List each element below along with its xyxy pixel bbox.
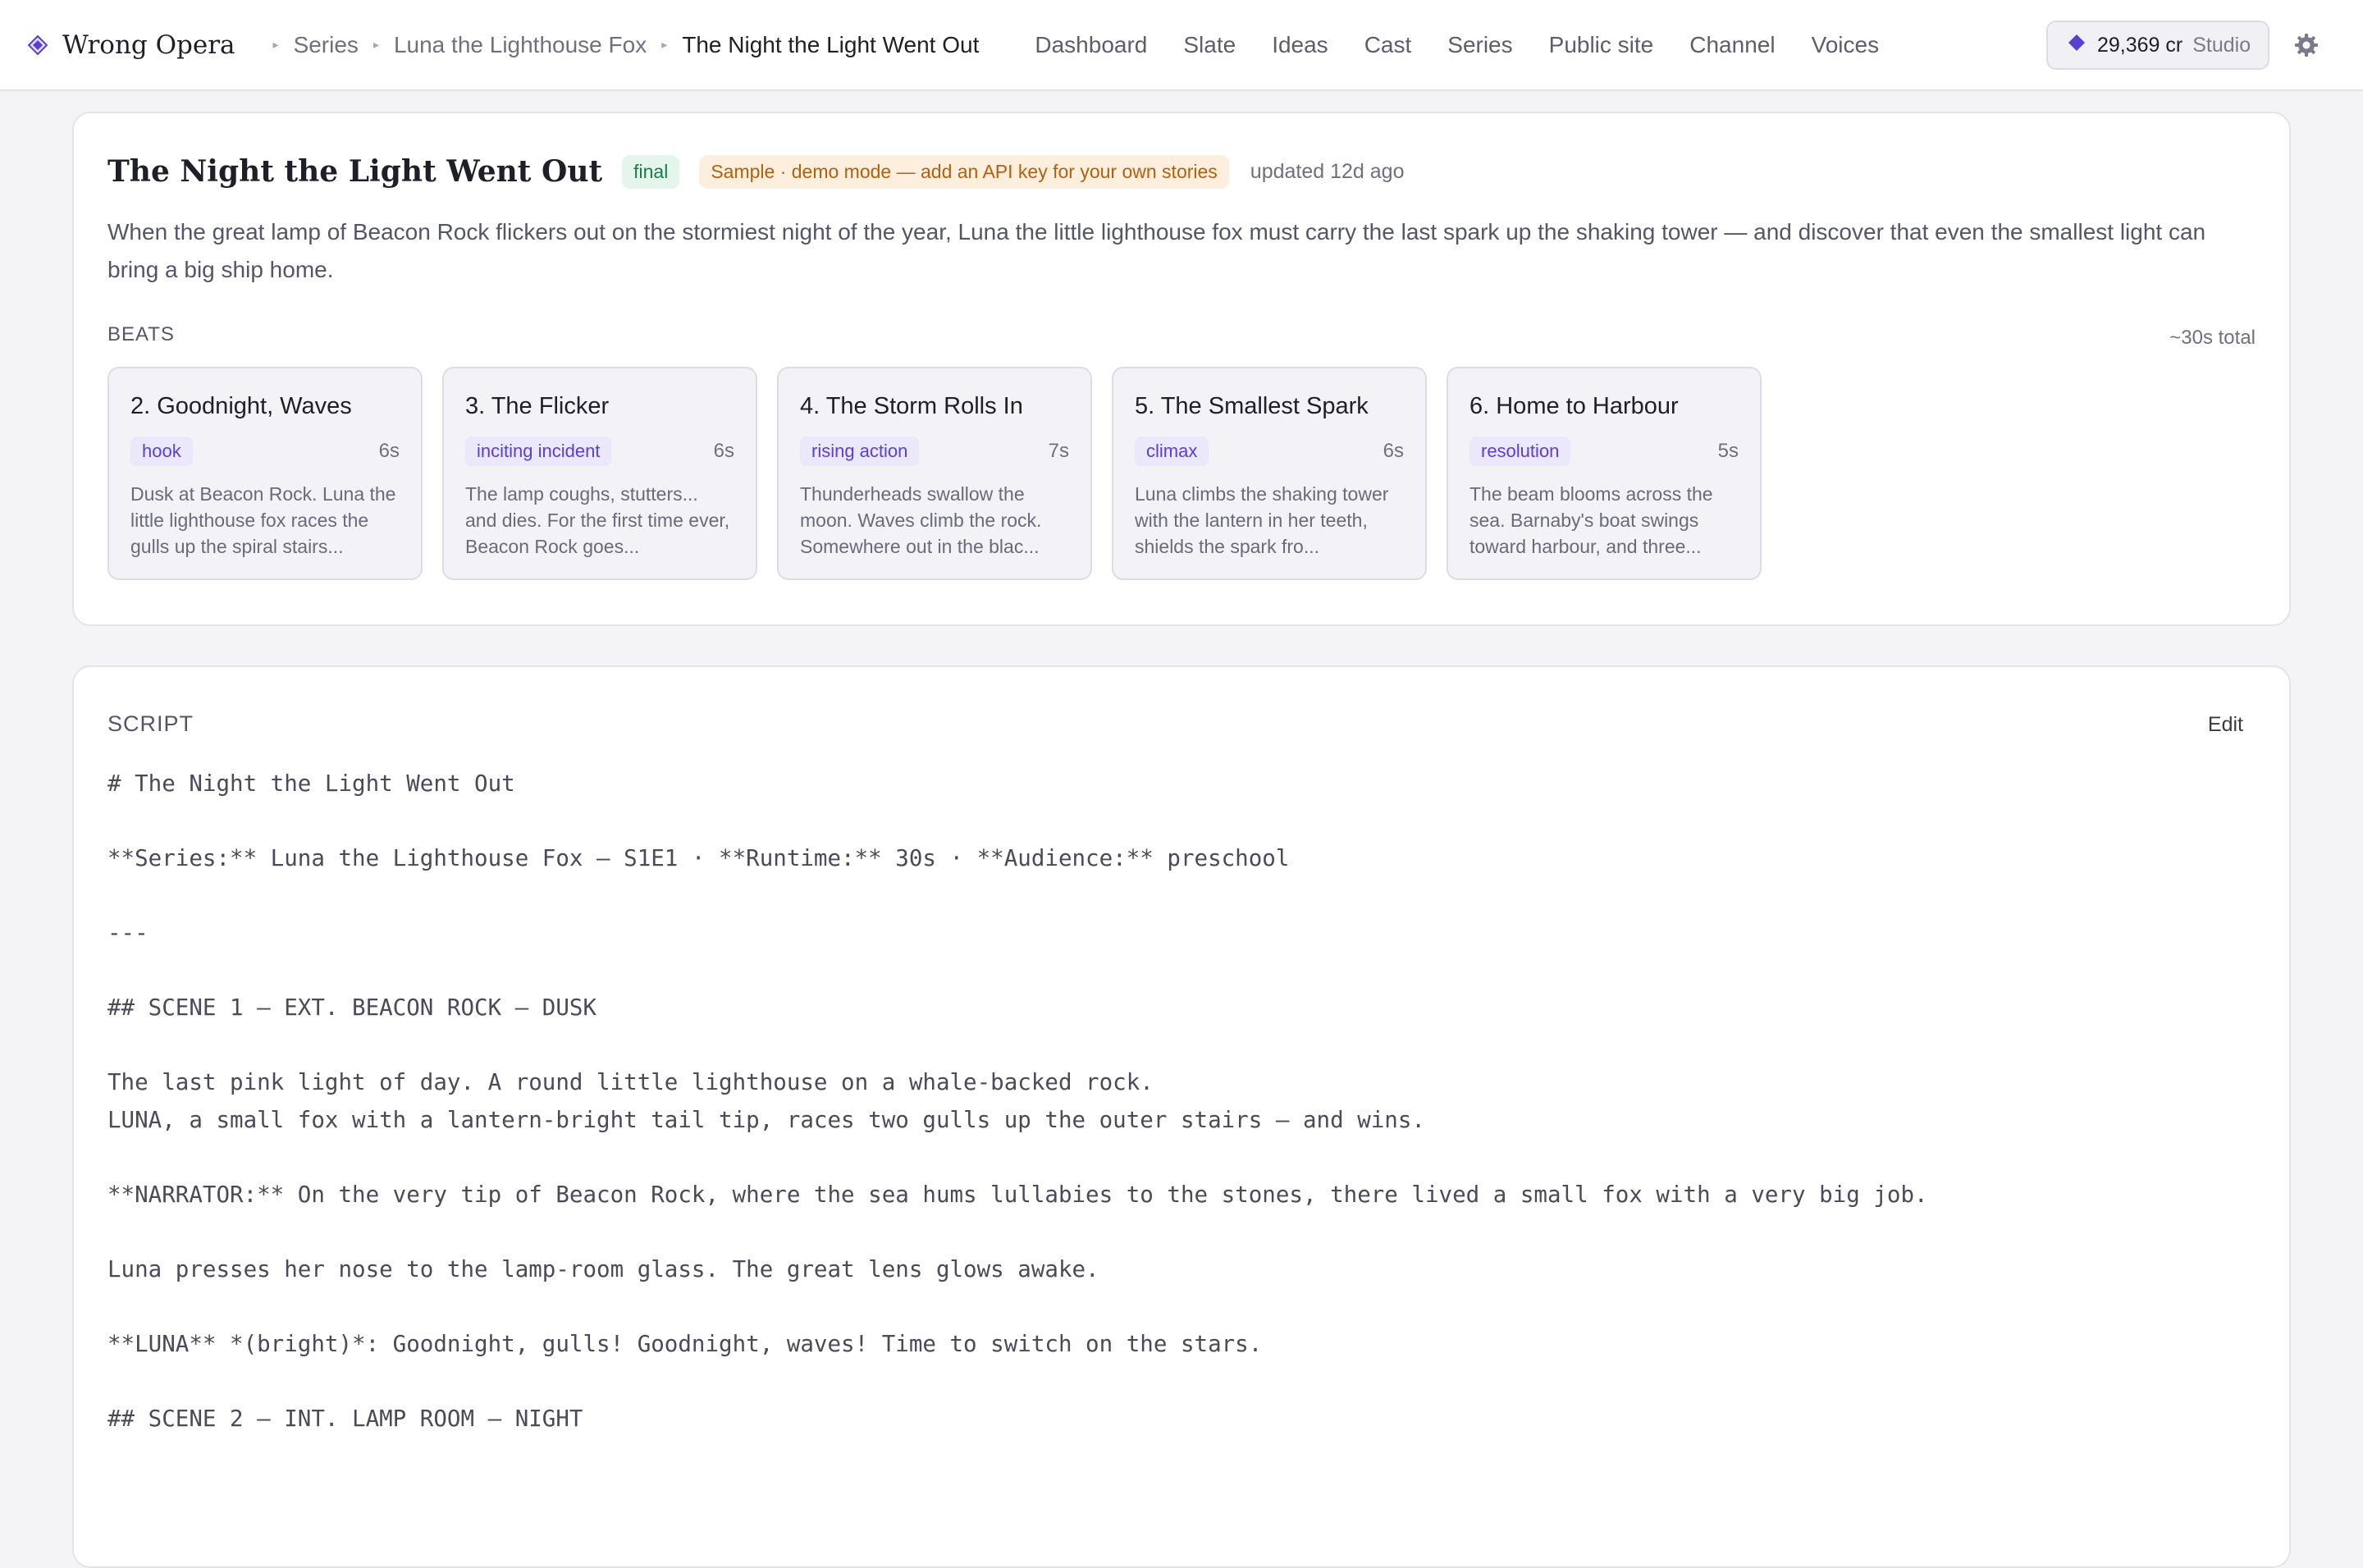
main-nav: Dashboard Slate Ideas Cast Series Public… bbox=[1035, 32, 1915, 58]
beat-duration: 5s bbox=[1717, 440, 1739, 462]
nav-slate[interactable]: Slate bbox=[1183, 32, 1236, 58]
script-line: --- bbox=[107, 920, 149, 946]
nav-series[interactable]: Series bbox=[1447, 32, 1512, 58]
story-title: The Night the Light Went Out bbox=[107, 154, 603, 189]
script-line bbox=[107, 878, 2257, 916]
chevron-right-icon: ▸ bbox=[272, 38, 279, 51]
credits-amount: 29,369 cr bbox=[2097, 33, 2183, 57]
script-line bbox=[107, 1363, 2257, 1401]
beat-summary: Luna climbs the shaking tower with the l… bbox=[1135, 483, 1389, 557]
app-name: Wrong Opera bbox=[62, 30, 235, 60]
script-line: **Series:** Luna the Lighthouse Fox — S1… bbox=[107, 845, 1290, 871]
beat-card[interactable]: 2. Goodnight, Waves hook 6s Dusk at Beac… bbox=[107, 367, 423, 580]
beat-card[interactable]: 6. Home to Harbour resolution 5s The bea… bbox=[1447, 367, 1762, 580]
nav-ideas[interactable]: Ideas bbox=[1272, 32, 1328, 58]
beat-summary: Dusk at Beacon Rock. Luna the little lig… bbox=[130, 483, 396, 557]
beat-duration: 6s bbox=[1383, 440, 1404, 462]
top-bar: Wrong Opera ▸ Series ▸ Luna the Lighthou… bbox=[0, 0, 2363, 91]
script-line: Luna presses her nose to the lamp-room g… bbox=[107, 1255, 1099, 1282]
demo-mode-badge: Sample · demo mode — add an API key for … bbox=[699, 154, 1229, 189]
script-line: LUNA, a small fox with a lantern-bright … bbox=[107, 1106, 1425, 1133]
edit-button[interactable]: Edit bbox=[2208, 713, 2243, 737]
nav-cast[interactable]: Cast bbox=[1364, 32, 1412, 58]
diamond-credit-icon bbox=[2068, 34, 2086, 57]
status-badge: final bbox=[622, 154, 680, 189]
beat-card[interactable]: 3. The Flicker inciting incident 6s The … bbox=[442, 367, 757, 580]
updated-timestamp: updated 12d ago bbox=[1250, 159, 1405, 183]
script-text: # The Night the Light Went Out **Series:… bbox=[107, 766, 2257, 1438]
script-line: **LUNA** *(bright)*: Goodnight, gulls! G… bbox=[107, 1330, 1263, 1357]
beat-duration: 6s bbox=[378, 440, 400, 462]
beat-card[interactable]: 5. The Smallest Spark climax 6s Luna cli… bbox=[1112, 367, 1427, 580]
beats-heading: BEATS bbox=[107, 323, 175, 345]
breadcrumb-current: The Night the Light Went Out bbox=[682, 31, 980, 57]
nav-public-site[interactable]: Public site bbox=[1549, 32, 1654, 58]
credits-balance[interactable]: 29,369 cr Studio bbox=[2046, 21, 2269, 70]
beat-title: 6. Home to Harbour bbox=[1469, 393, 1679, 419]
brand[interactable]: Wrong Opera bbox=[26, 30, 235, 60]
script-line: ## SCENE 2 — INT. LAMP ROOM — NIGHT bbox=[107, 1405, 583, 1432]
beat-tag: rising action bbox=[800, 437, 920, 466]
beat-summary: The beam blooms across the sea. Barnaby'… bbox=[1469, 483, 1713, 557]
beat-tag: resolution bbox=[1469, 437, 1571, 466]
story-description: When the great lamp of Beacon Rock flick… bbox=[107, 219, 2206, 282]
beat-summary: Thunderheads swallow the moon. Waves cli… bbox=[800, 483, 1042, 557]
beat-title: 5. The Smallest Spark bbox=[1135, 393, 1369, 419]
script-line: ## SCENE 1 — EXT. BEACON ROCK — DUSK bbox=[107, 994, 597, 1021]
beat-duration: 7s bbox=[1048, 440, 1069, 462]
beat-card[interactable]: 4. The Storm Rolls In rising action 7s T… bbox=[777, 367, 1092, 580]
script-line bbox=[107, 953, 2257, 990]
chevron-right-icon: ▸ bbox=[373, 38, 379, 51]
script-heading: SCRIPT bbox=[107, 711, 194, 736]
beat-title: 2. Goodnight, Waves bbox=[130, 393, 352, 419]
script-line bbox=[107, 1027, 2257, 1065]
nav-channel[interactable]: Channel bbox=[1689, 32, 1775, 58]
script-line bbox=[107, 1139, 2257, 1177]
beat-tag: climax bbox=[1135, 437, 1209, 466]
chevron-right-icon: ▸ bbox=[661, 38, 668, 51]
breadcrumb-series-name[interactable]: Luna the Lighthouse Fox bbox=[394, 32, 647, 58]
script-line: # The Night the Light Went Out bbox=[107, 770, 515, 797]
beat-tag: hook bbox=[130, 437, 193, 466]
beat-tag: inciting incident bbox=[465, 437, 612, 466]
plan-name: Studio bbox=[2192, 33, 2251, 57]
nav-dashboard[interactable]: Dashboard bbox=[1035, 32, 1147, 58]
story-card: The Night the Light Went Out final Sampl… bbox=[72, 112, 2291, 626]
diamond-logo-icon bbox=[26, 34, 49, 57]
script-line: **NARRATOR:** On the very tip of Beacon … bbox=[107, 1181, 1928, 1208]
script-line bbox=[107, 803, 2257, 841]
script-line: The last pink light of day. A round litt… bbox=[107, 1069, 1154, 1095]
story-header: The Night the Light Went Out final Sampl… bbox=[107, 154, 1404, 189]
gear-icon[interactable] bbox=[2293, 32, 2320, 58]
beats-list: 2. Goodnight, Waves hook 6s Dusk at Beac… bbox=[107, 367, 1781, 580]
breadcrumb: ▸ Series ▸ Luna the Lighthouse Fox ▸ The… bbox=[258, 32, 980, 58]
beat-title: 4. The Storm Rolls In bbox=[800, 393, 1023, 419]
nav-voices[interactable]: Voices bbox=[1812, 32, 1880, 58]
script-line bbox=[107, 1214, 2257, 1251]
beat-title: 3. The Flicker bbox=[465, 393, 610, 419]
beats-total-duration: ~30s total bbox=[2169, 327, 2256, 349]
breadcrumb-series[interactable]: Series bbox=[294, 32, 359, 58]
beat-summary: The lamp coughs, stutters... and dies. F… bbox=[465, 483, 730, 557]
beat-duration: 6s bbox=[713, 440, 734, 462]
script-line bbox=[107, 1288, 2257, 1326]
script-card: SCRIPT Edit # The Night the Light Went O… bbox=[72, 665, 2291, 1568]
